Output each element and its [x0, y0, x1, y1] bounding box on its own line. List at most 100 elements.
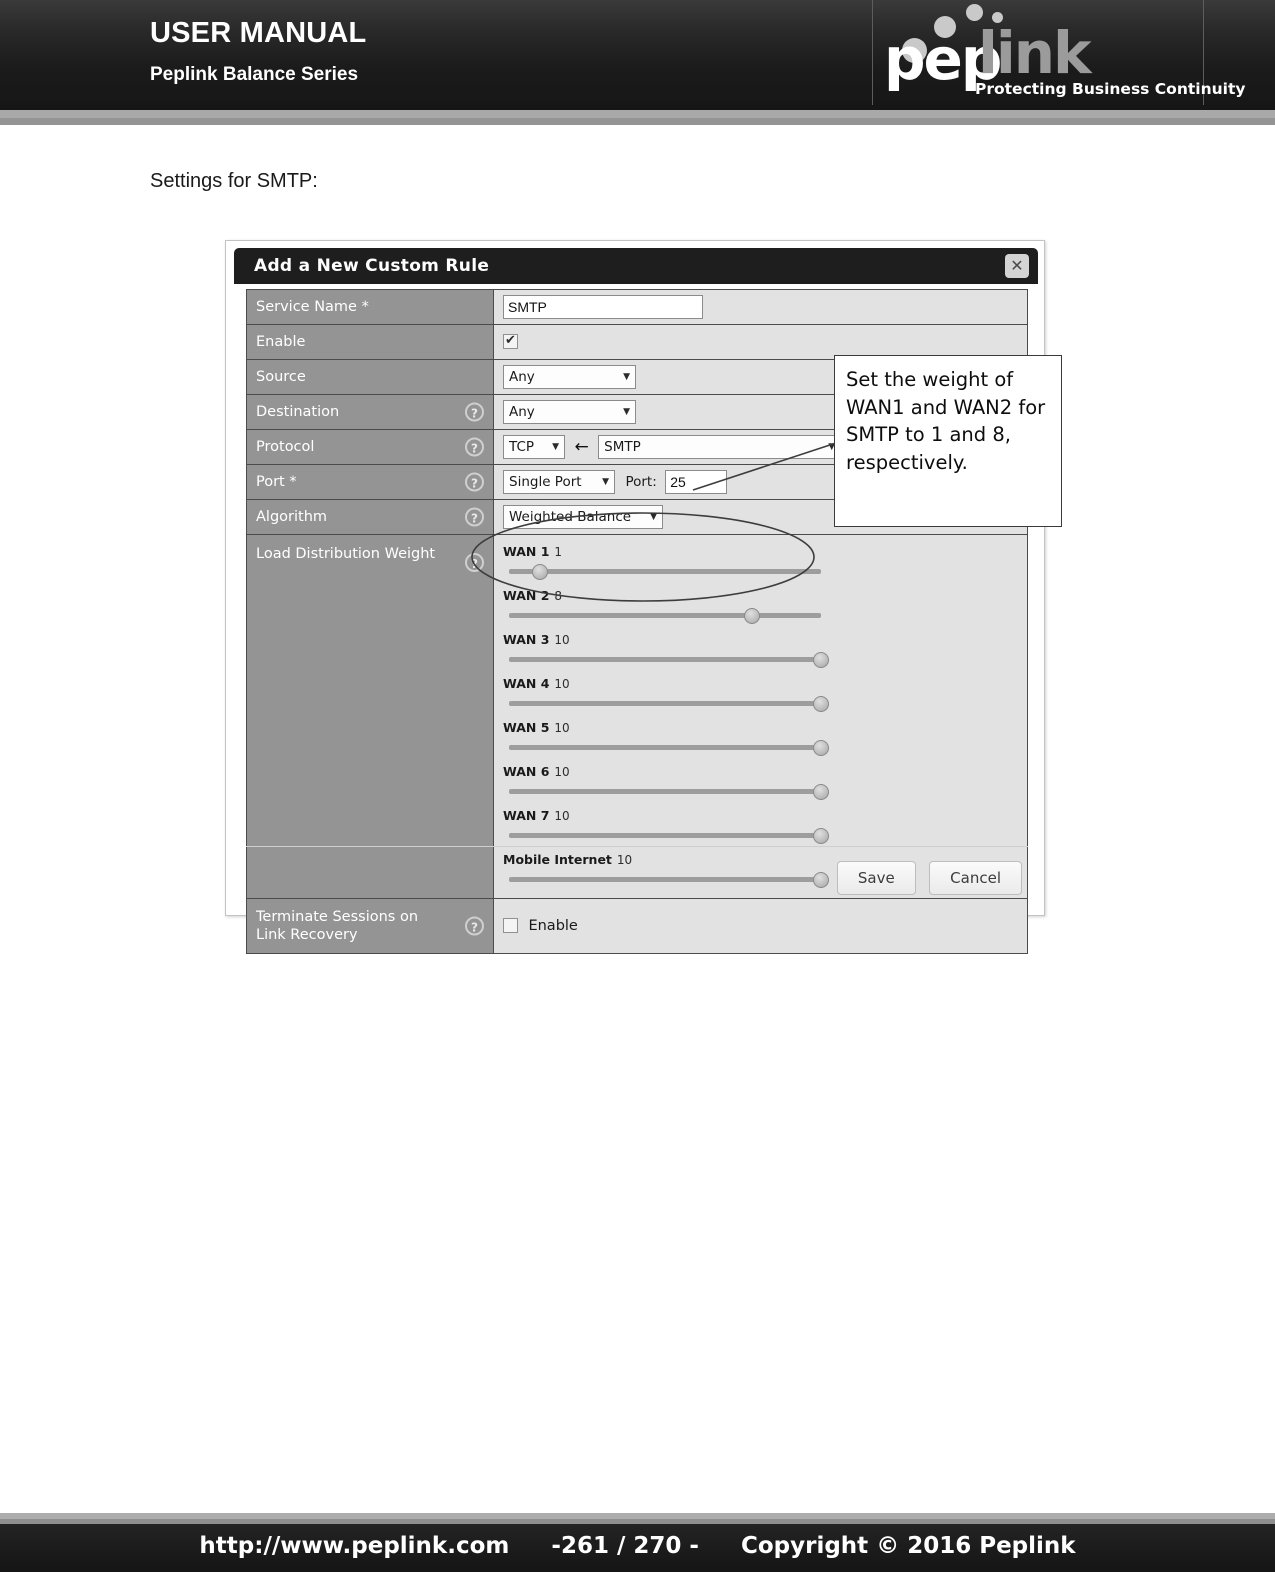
chevron-down-icon: ▼	[552, 442, 559, 452]
protocol-select[interactable]: TCP ▼	[503, 435, 565, 459]
slider-track	[509, 701, 821, 706]
wan-value: 10	[554, 721, 570, 735]
slider-track	[509, 833, 821, 838]
field-load-distribution-weight: WAN 1 1 WAN 2 8 WAN 3 10 WAN 4 10 WAN 5 10 WAN 6 10…	[493, 534, 1028, 899]
slider-thumb[interactable]	[744, 608, 761, 624]
algorithm-select[interactable]: Weighted Balance ▼	[503, 505, 663, 529]
wan-label: WAN 7	[503, 808, 550, 823]
dialog-separator	[246, 846, 1028, 847]
slider-thumb[interactable]	[532, 564, 549, 580]
table-row-terminate-sessions: Terminate Sessions on Link Recovery ? En…	[246, 898, 1028, 954]
slider-track	[509, 745, 821, 750]
slider-track	[509, 877, 821, 882]
help-icon[interactable]: ?	[465, 472, 484, 492]
slider-track	[509, 789, 821, 794]
slider-track	[509, 569, 821, 574]
section-label: Settings for SMTP:	[150, 170, 318, 192]
label-protocol: Protocol ?	[246, 429, 494, 465]
help-icon[interactable]: ?	[465, 437, 484, 457]
wan-weight-slider[interactable]	[509, 564, 821, 580]
wan-label: WAN 5	[503, 720, 550, 735]
source-select[interactable]: Any ▼	[503, 365, 636, 389]
wan-weight-row: WAN 4 10	[503, 675, 1018, 712]
service-name-input[interactable]: SMTP	[503, 295, 703, 319]
page-subtitle: Peplink Balance Series	[150, 64, 359, 85]
help-icon[interactable]: ?	[465, 507, 484, 527]
page-footer: http://www.peplink.com -261 / 270 - Copy…	[0, 1524, 1275, 1572]
chevron-down-icon: ▼	[650, 512, 657, 522]
wan-label: WAN 4	[503, 676, 550, 691]
source-select-value: Any	[509, 369, 535, 385]
peplink-logo: pep link Protecting Business Continuity	[878, 2, 1245, 106]
wan-label: WAN 3	[503, 632, 550, 647]
label-terminate-sessions: Terminate Sessions on Link Recovery ?	[246, 898, 494, 954]
help-icon[interactable]: ?	[465, 553, 484, 572]
table-row-service-name: Service Name * SMTP	[246, 289, 1028, 325]
wan-weight-slider[interactable]	[509, 696, 829, 712]
wan-weight-row: WAN 5 10	[503, 719, 1018, 756]
slider-thumb[interactable]	[813, 872, 829, 888]
header-band-dark	[0, 118, 1275, 125]
logo-tagline: Protecting Business Continuity	[975, 80, 1246, 98]
help-icon[interactable]: ?	[465, 916, 484, 936]
slider-track	[509, 657, 821, 662]
wan-weight-slider[interactable]	[509, 872, 829, 888]
slider-track	[509, 613, 821, 618]
port-mode-value: Single Port	[509, 474, 582, 490]
slider-thumb[interactable]	[813, 784, 829, 800]
footer-url[interactable]: http://www.peplink.com	[199, 1533, 509, 1559]
protocol-select-value: TCP	[509, 439, 535, 455]
wan-weight-row: WAN 2 8	[503, 587, 1018, 624]
arrow-left-icon: ←	[574, 437, 589, 457]
port-number-input[interactable]: 25	[665, 470, 728, 494]
terminate-sessions-checkbox-label: Enable	[528, 917, 578, 934]
slider-thumb[interactable]	[813, 740, 829, 756]
terminate-sessions-line1: Terminate Sessions on	[256, 908, 419, 925]
wan-weight-slider[interactable]	[509, 828, 829, 844]
wan-label: WAN 1	[503, 544, 550, 559]
label-load-distribution-weight: Load Distribution Weight ?	[246, 534, 494, 899]
wan-weight-slider[interactable]	[509, 784, 829, 800]
label-enable: Enable	[246, 324, 494, 360]
wan-weight-slider[interactable]	[509, 652, 829, 668]
wan-weight-row: WAN 3 10	[503, 631, 1018, 668]
label-algorithm: Algorithm ?	[246, 499, 494, 535]
port-mode-select[interactable]: Single Port ▼	[503, 470, 615, 494]
terminate-sessions-line2: Link Recovery	[256, 927, 358, 943]
protocol-service-value: SMTP	[604, 439, 641, 455]
label-destination: Destination ?	[246, 394, 494, 430]
chevron-down-icon: ▼	[623, 372, 630, 382]
wan-weight-slider[interactable]	[509, 740, 829, 756]
wan-weight-row: WAN 7 10	[503, 807, 1018, 844]
wan-label: WAN 6	[503, 764, 550, 779]
page-header: USER MANUAL Peplink Balance Series pep l…	[0, 0, 1275, 110]
wan-value: 10	[554, 765, 570, 779]
wan-weight-slider[interactable]	[509, 608, 821, 624]
save-button[interactable]: Save	[836, 861, 916, 895]
wan-value: 8	[554, 589, 563, 603]
dialog-titlebar: Add a New Custom Rule ✕	[234, 248, 1038, 284]
wan-weight-list: WAN 1 1 WAN 2 8 WAN 3 10 WAN 4 10 WAN 5 10 WAN 6 10…	[503, 543, 1018, 888]
destination-select-value: Any	[509, 404, 535, 420]
header-band-light	[0, 110, 1275, 118]
label-port: Port * ?	[246, 464, 494, 500]
slider-thumb[interactable]	[813, 828, 829, 844]
table-row-load-distribution-weight: Load Distribution Weight ? WAN 1 1 WAN 28W…	[246, 534, 1028, 899]
close-icon[interactable]: ✕	[1005, 254, 1029, 278]
header-divider	[872, 0, 873, 105]
slider-thumb[interactable]	[813, 652, 829, 668]
dialog-actions: Save Cancel	[828, 861, 1022, 895]
enable-checkbox[interactable]	[503, 333, 518, 350]
slider-thumb[interactable]	[813, 696, 829, 712]
footer-page-number: -261 / 270 -	[551, 1533, 699, 1559]
help-icon[interactable]: ?	[465, 402, 484, 422]
annotation-callout: Set the weight of WAN1 and WAN2 for SMTP…	[834, 355, 1062, 527]
annotation-text: Set the weight of WAN1 and WAN2 for SMTP…	[846, 368, 1046, 475]
protocol-service-select[interactable]: SMTP ▼	[598, 435, 842, 459]
destination-select[interactable]: Any ▼	[503, 400, 636, 424]
cancel-button[interactable]: Cancel	[929, 861, 1022, 895]
wan-value: 10	[616, 853, 633, 867]
page-title: USER MANUAL	[150, 17, 367, 49]
algorithm-select-value: Weighted Balance	[509, 509, 632, 525]
terminate-sessions-checkbox[interactable]	[503, 918, 518, 934]
